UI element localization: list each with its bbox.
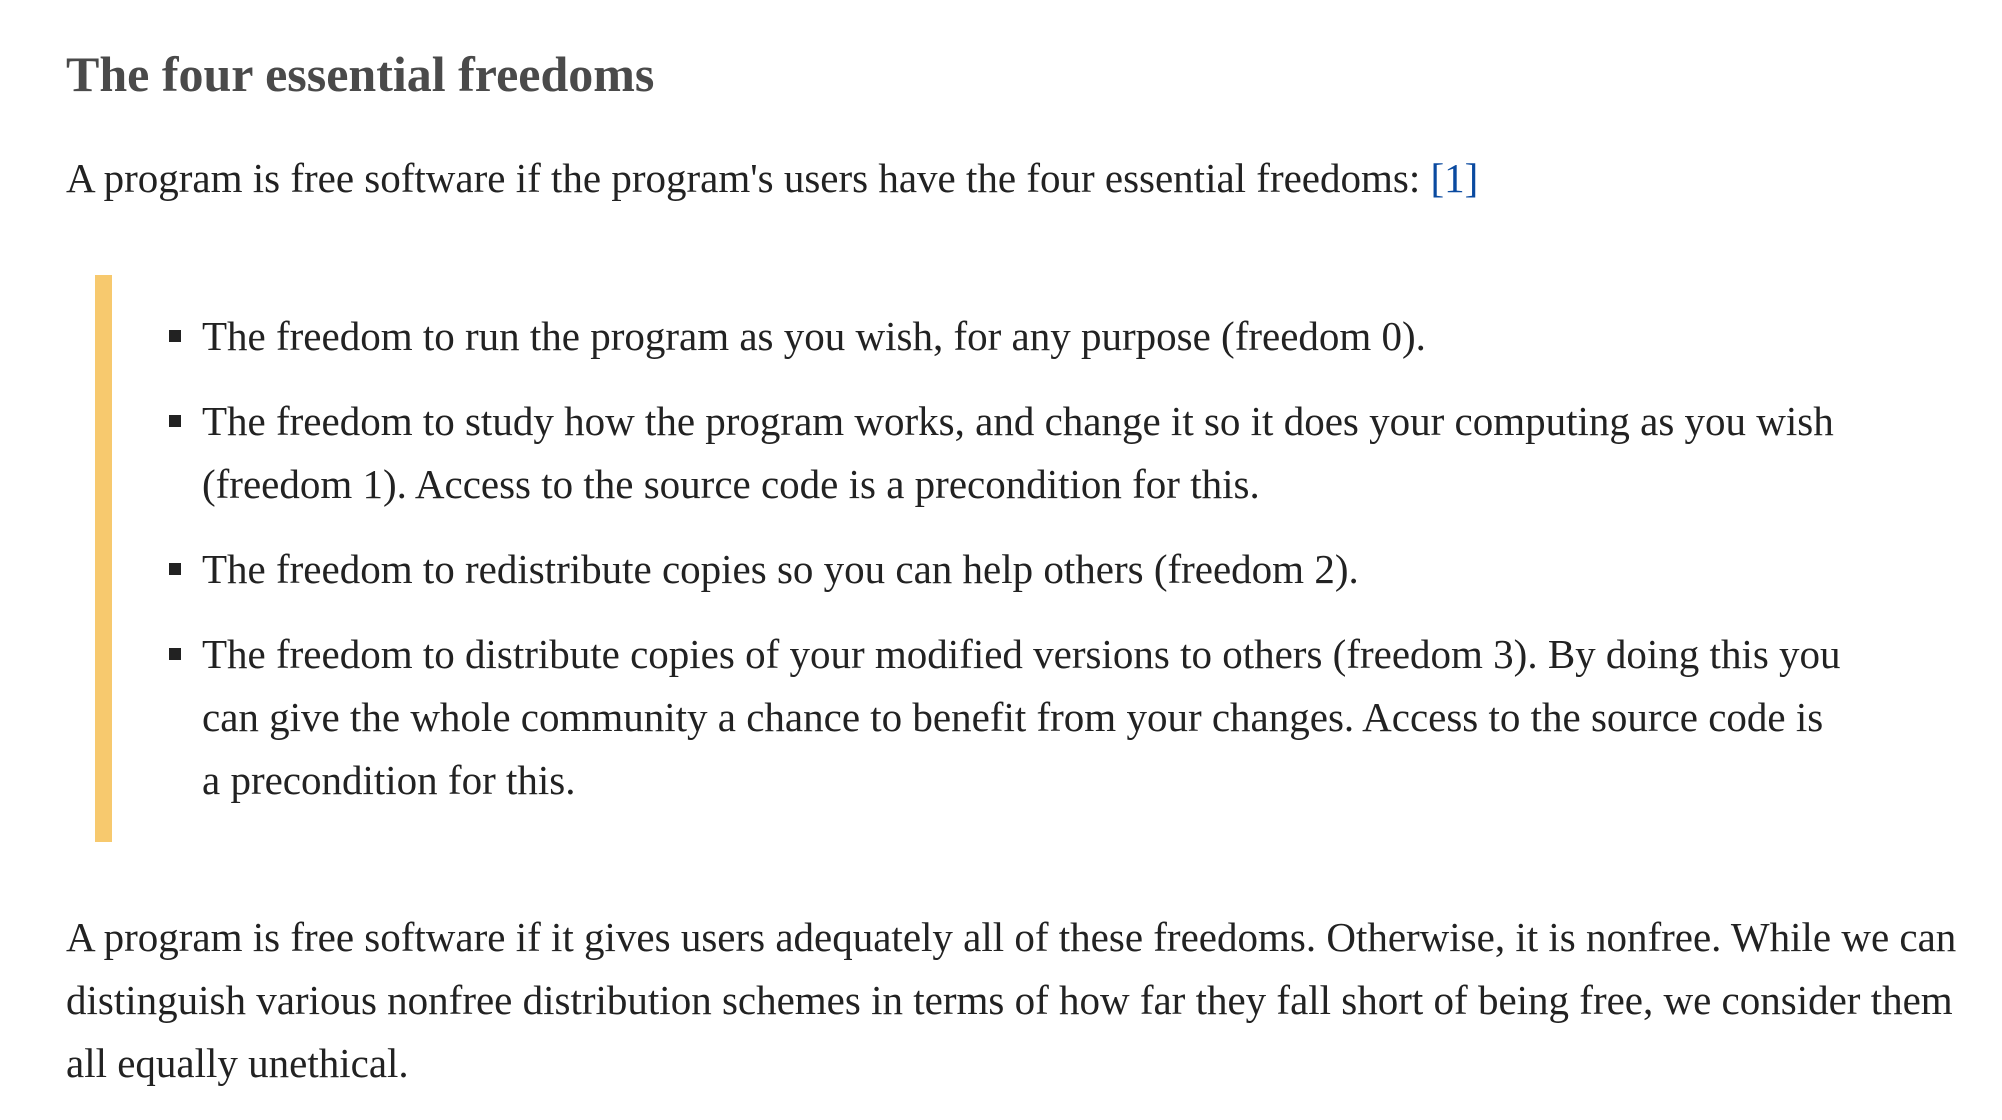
square-bullet-icon xyxy=(169,330,181,342)
freedom-text: The freedom to study how the program wor… xyxy=(202,398,1834,507)
list-item-freedom-2: The freedom to redistribute copies so yo… xyxy=(169,538,1842,601)
intro-text: A program is free software if the progra… xyxy=(66,155,1431,201)
list-item-freedom-3: The freedom to distribute copies of your… xyxy=(169,623,1842,812)
freedom-text: The freedom to run the program as you wi… xyxy=(202,313,1426,359)
freedom-text: The freedom to redistribute copies so yo… xyxy=(202,546,1359,592)
square-bullet-icon xyxy=(169,563,181,575)
outro-paragraph: A program is free software if it gives u… xyxy=(66,914,1957,1086)
section-heading: The four essential freedoms xyxy=(66,46,655,102)
freedoms-list: The freedom to run the program as you wi… xyxy=(169,305,1842,834)
list-item-freedom-1: The freedom to study how the program wor… xyxy=(169,390,1842,516)
list-item-freedom-0: The freedom to run the program as you wi… xyxy=(169,305,1842,368)
intro-paragraph: A program is free software if the progra… xyxy=(66,148,1478,208)
footnote-link[interactable]: [1] xyxy=(1431,155,1479,201)
square-bullet-icon xyxy=(169,648,181,660)
article-section: The four essential freedoms A program is… xyxy=(0,0,2002,1120)
freedom-text: The freedom to distribute copies of your… xyxy=(202,631,1841,803)
square-bullet-icon xyxy=(169,415,181,427)
freedoms-blockquote: The freedom to run the program as you wi… xyxy=(95,275,1895,842)
